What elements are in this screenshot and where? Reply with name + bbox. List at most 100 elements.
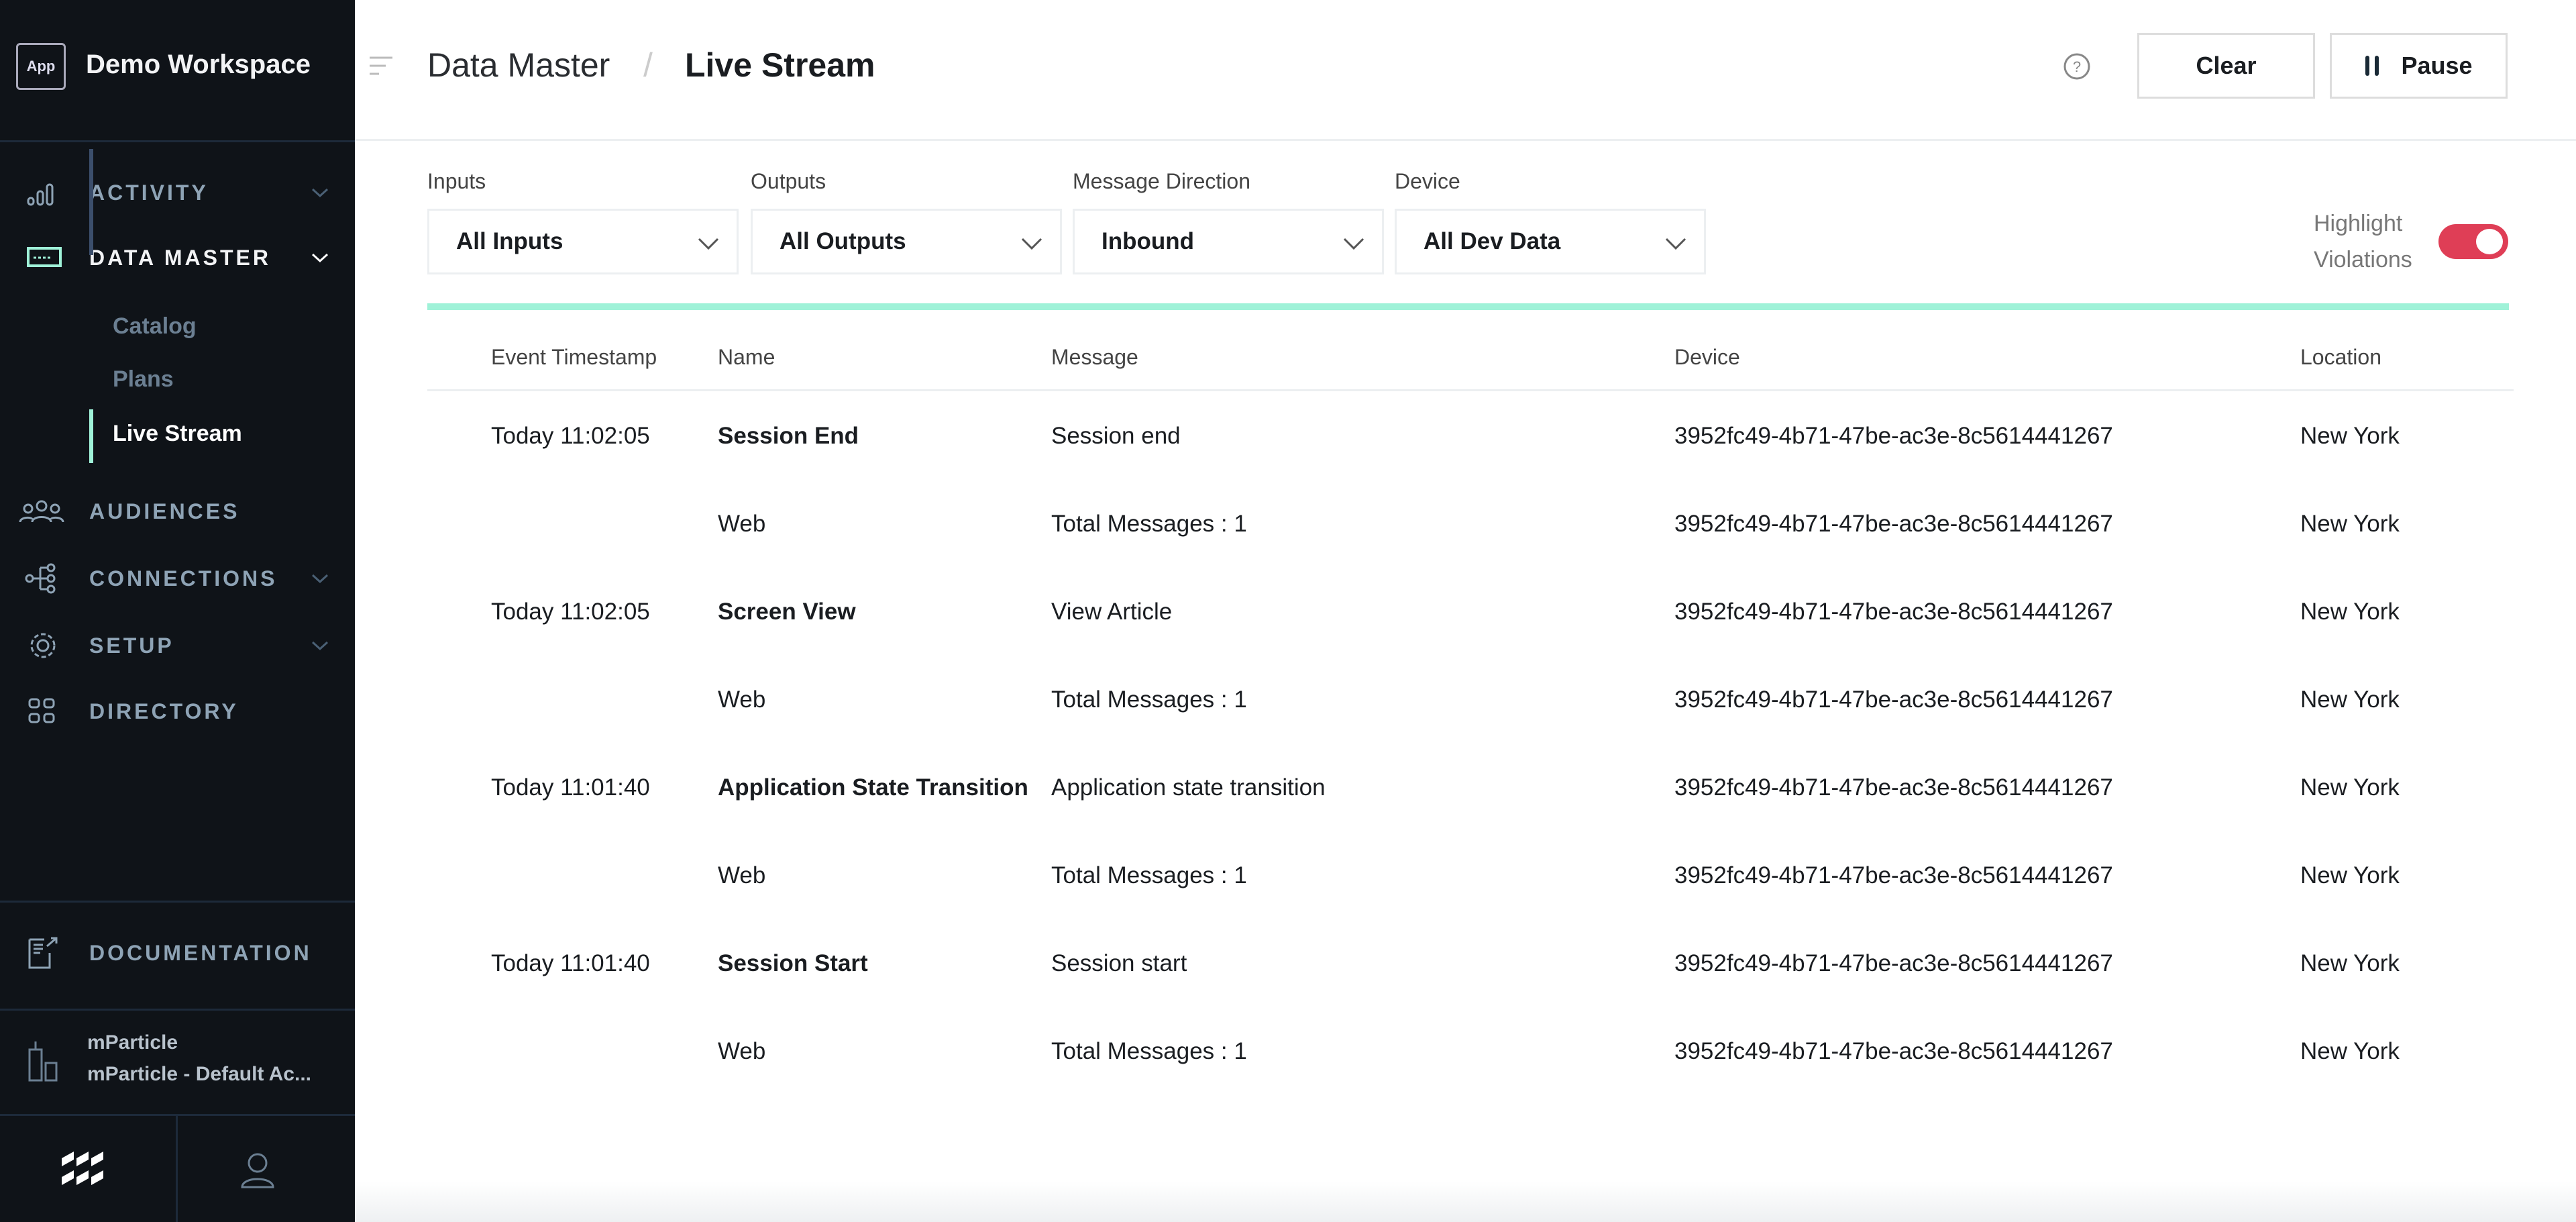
cell-location: New York (2300, 599, 2400, 625)
column-header: Device (1674, 345, 1740, 369)
cell-ts: Today 11:01:40 (491, 774, 650, 801)
cell-device: 3952fc49-4b71-47be-ac3e-8c5614441267 (1674, 1038, 2113, 1064)
nav-label: CONNECTIONS (89, 566, 278, 591)
chevron-down-icon (311, 188, 329, 198)
cell-name: Web (718, 862, 766, 888)
chevron-down-icon (1021, 238, 1042, 250)
workspace-name[interactable]: Demo Workspace (86, 50, 311, 80)
cell-device: 3952fc49-4b71-47be-ac3e-8c5614441267 (1674, 686, 2113, 713)
cell-location: New York (2300, 950, 2400, 976)
cell-device: 3952fc49-4b71-47be-ac3e-8c5614441267 (1674, 423, 2113, 449)
collapse-sidebar-icon[interactable] (368, 54, 395, 78)
filter-label: Inputs (427, 169, 486, 193)
breadcrumb-parent[interactable]: Data Master (427, 46, 610, 85)
cell-device: 3952fc49-4b71-47be-ac3e-8c5614441267 (1674, 950, 2113, 976)
building-icon (28, 1041, 58, 1082)
highlight-violations-label: Highlight Violations (2314, 211, 2412, 272)
grid-icon (28, 698, 55, 723)
chevron-down-icon (311, 574, 329, 584)
org-name[interactable]: mParticle (87, 1031, 178, 1054)
inputs-dropdown[interactable]: All Inputs (427, 209, 739, 274)
nav-label: DATA MASTER (89, 245, 271, 270)
cell-device: 3952fc49-4b71-47be-ac3e-8c5614441267 (1674, 599, 2113, 625)
subnav-catalog[interactable]: Catalog (113, 313, 197, 340)
nav-label: SETUP (89, 633, 174, 658)
cell-ts: Today 11:02:05 (491, 423, 650, 449)
gear-icon (30, 633, 56, 658)
cell-location: New York (2300, 686, 2400, 713)
cell-name: Screen View (718, 599, 856, 625)
device-dropdown[interactable]: All Dev Data (1395, 209, 1706, 274)
org-account[interactable]: mParticle - Default Ac... (87, 1063, 311, 1086)
message-direction-dropdown[interactable]: Inbound (1073, 209, 1384, 274)
nav-activity[interactable]: ACTIVITY (0, 169, 355, 216)
nav-audiences[interactable]: AUDIENCES (0, 488, 355, 535)
dropdown-value: All Outputs (780, 228, 906, 254)
nav-data-master[interactable]: DATA MASTER (0, 234, 355, 281)
dropdown-value: Inbound (1102, 228, 1195, 254)
nav-documentation[interactable]: DOCUMENTATION (0, 929, 355, 976)
subnav-live-stream[interactable]: Live Stream (113, 421, 242, 447)
cell-name: Application State Transition (718, 774, 1028, 801)
svg-text:?: ? (2073, 58, 2081, 75)
filter-label: Device (1395, 169, 1460, 193)
cell-message: View Article (1051, 599, 1173, 625)
active-indicator (89, 409, 93, 463)
cell-name: Web (718, 1038, 766, 1064)
cell-message: Session end (1051, 423, 1181, 449)
cell-message: Total Messages : 1 (1051, 511, 1247, 537)
cell-ts: Today 11:01:40 (491, 950, 650, 976)
cell-location: New York (2300, 423, 2400, 449)
cell-name: Session End (718, 423, 859, 449)
workspace-badge[interactable]: App (16, 43, 66, 90)
mparticle-logo-icon[interactable] (62, 1149, 106, 1186)
outputs-dropdown[interactable]: All Outputs (751, 209, 1062, 274)
cell-device: 3952fc49-4b71-47be-ac3e-8c5614441267 (1674, 511, 2113, 537)
cell-device: 3952fc49-4b71-47be-ac3e-8c5614441267 (1674, 862, 2113, 888)
pause-icon (2365, 56, 2379, 76)
cell-message: Total Messages : 1 (1051, 862, 1247, 888)
column-header: Name (718, 345, 775, 369)
nav-connections[interactable]: CONNECTIONS (0, 555, 355, 602)
page-title: Live Stream (685, 46, 875, 84)
breadcrumb-separator: / (643, 46, 653, 84)
chevron-down-icon (1665, 238, 1686, 250)
nav-directory[interactable]: DIRECTORY (0, 688, 355, 735)
cell-name: Session Start (718, 950, 868, 976)
highlight-violations-toggle[interactable] (2438, 224, 2508, 259)
chevron-down-icon (1343, 238, 1364, 250)
cell-ts: Today 11:02:05 (491, 599, 650, 625)
connections-icon (25, 563, 56, 594)
help-icon[interactable]: ? (2063, 52, 2091, 81)
data-master-icon (27, 247, 62, 267)
stream-status-bar (427, 303, 2509, 310)
cell-name: Web (718, 686, 766, 713)
sidebar: App Demo Workspace ACTIVITY DATA MASTER … (0, 0, 355, 1222)
chevron-down-icon (311, 253, 329, 263)
nav-label: DOCUMENTATION (89, 940, 312, 965)
filter-label: Message Direction (1073, 169, 1250, 193)
cell-device: 3952fc49-4b71-47be-ac3e-8c5614441267 (1674, 774, 2113, 801)
subnav-plans[interactable]: Plans (113, 366, 174, 393)
cell-message: Total Messages : 1 (1051, 686, 1247, 713)
chevron-down-icon (311, 641, 329, 651)
cell-location: New York (2300, 774, 2400, 801)
clear-button[interactable]: Clear (2137, 33, 2315, 99)
column-header: Event Timestamp (491, 345, 657, 369)
pause-label: Pause (2401, 52, 2473, 79)
pause-button[interactable]: Pause (2330, 33, 2508, 99)
filter-label: Outputs (751, 169, 826, 193)
bar-chart-icon (27, 183, 54, 206)
cell-message: Session start (1051, 950, 1187, 976)
cell-name: Web (718, 511, 766, 537)
cell-message: Application state transition (1051, 774, 1326, 801)
dropdown-value: All Dev Data (1424, 228, 1561, 254)
user-profile-icon[interactable] (240, 1152, 275, 1190)
chevron-down-icon (698, 238, 719, 250)
cell-message: Total Messages : 1 (1051, 1038, 1247, 1064)
clear-label: Clear (2196, 52, 2257, 79)
nav-label: AUDIENCES (89, 499, 240, 523)
subnav-track (89, 149, 93, 201)
cell-location: New York (2300, 1038, 2400, 1064)
nav-setup[interactable]: SETUP (0, 622, 355, 669)
